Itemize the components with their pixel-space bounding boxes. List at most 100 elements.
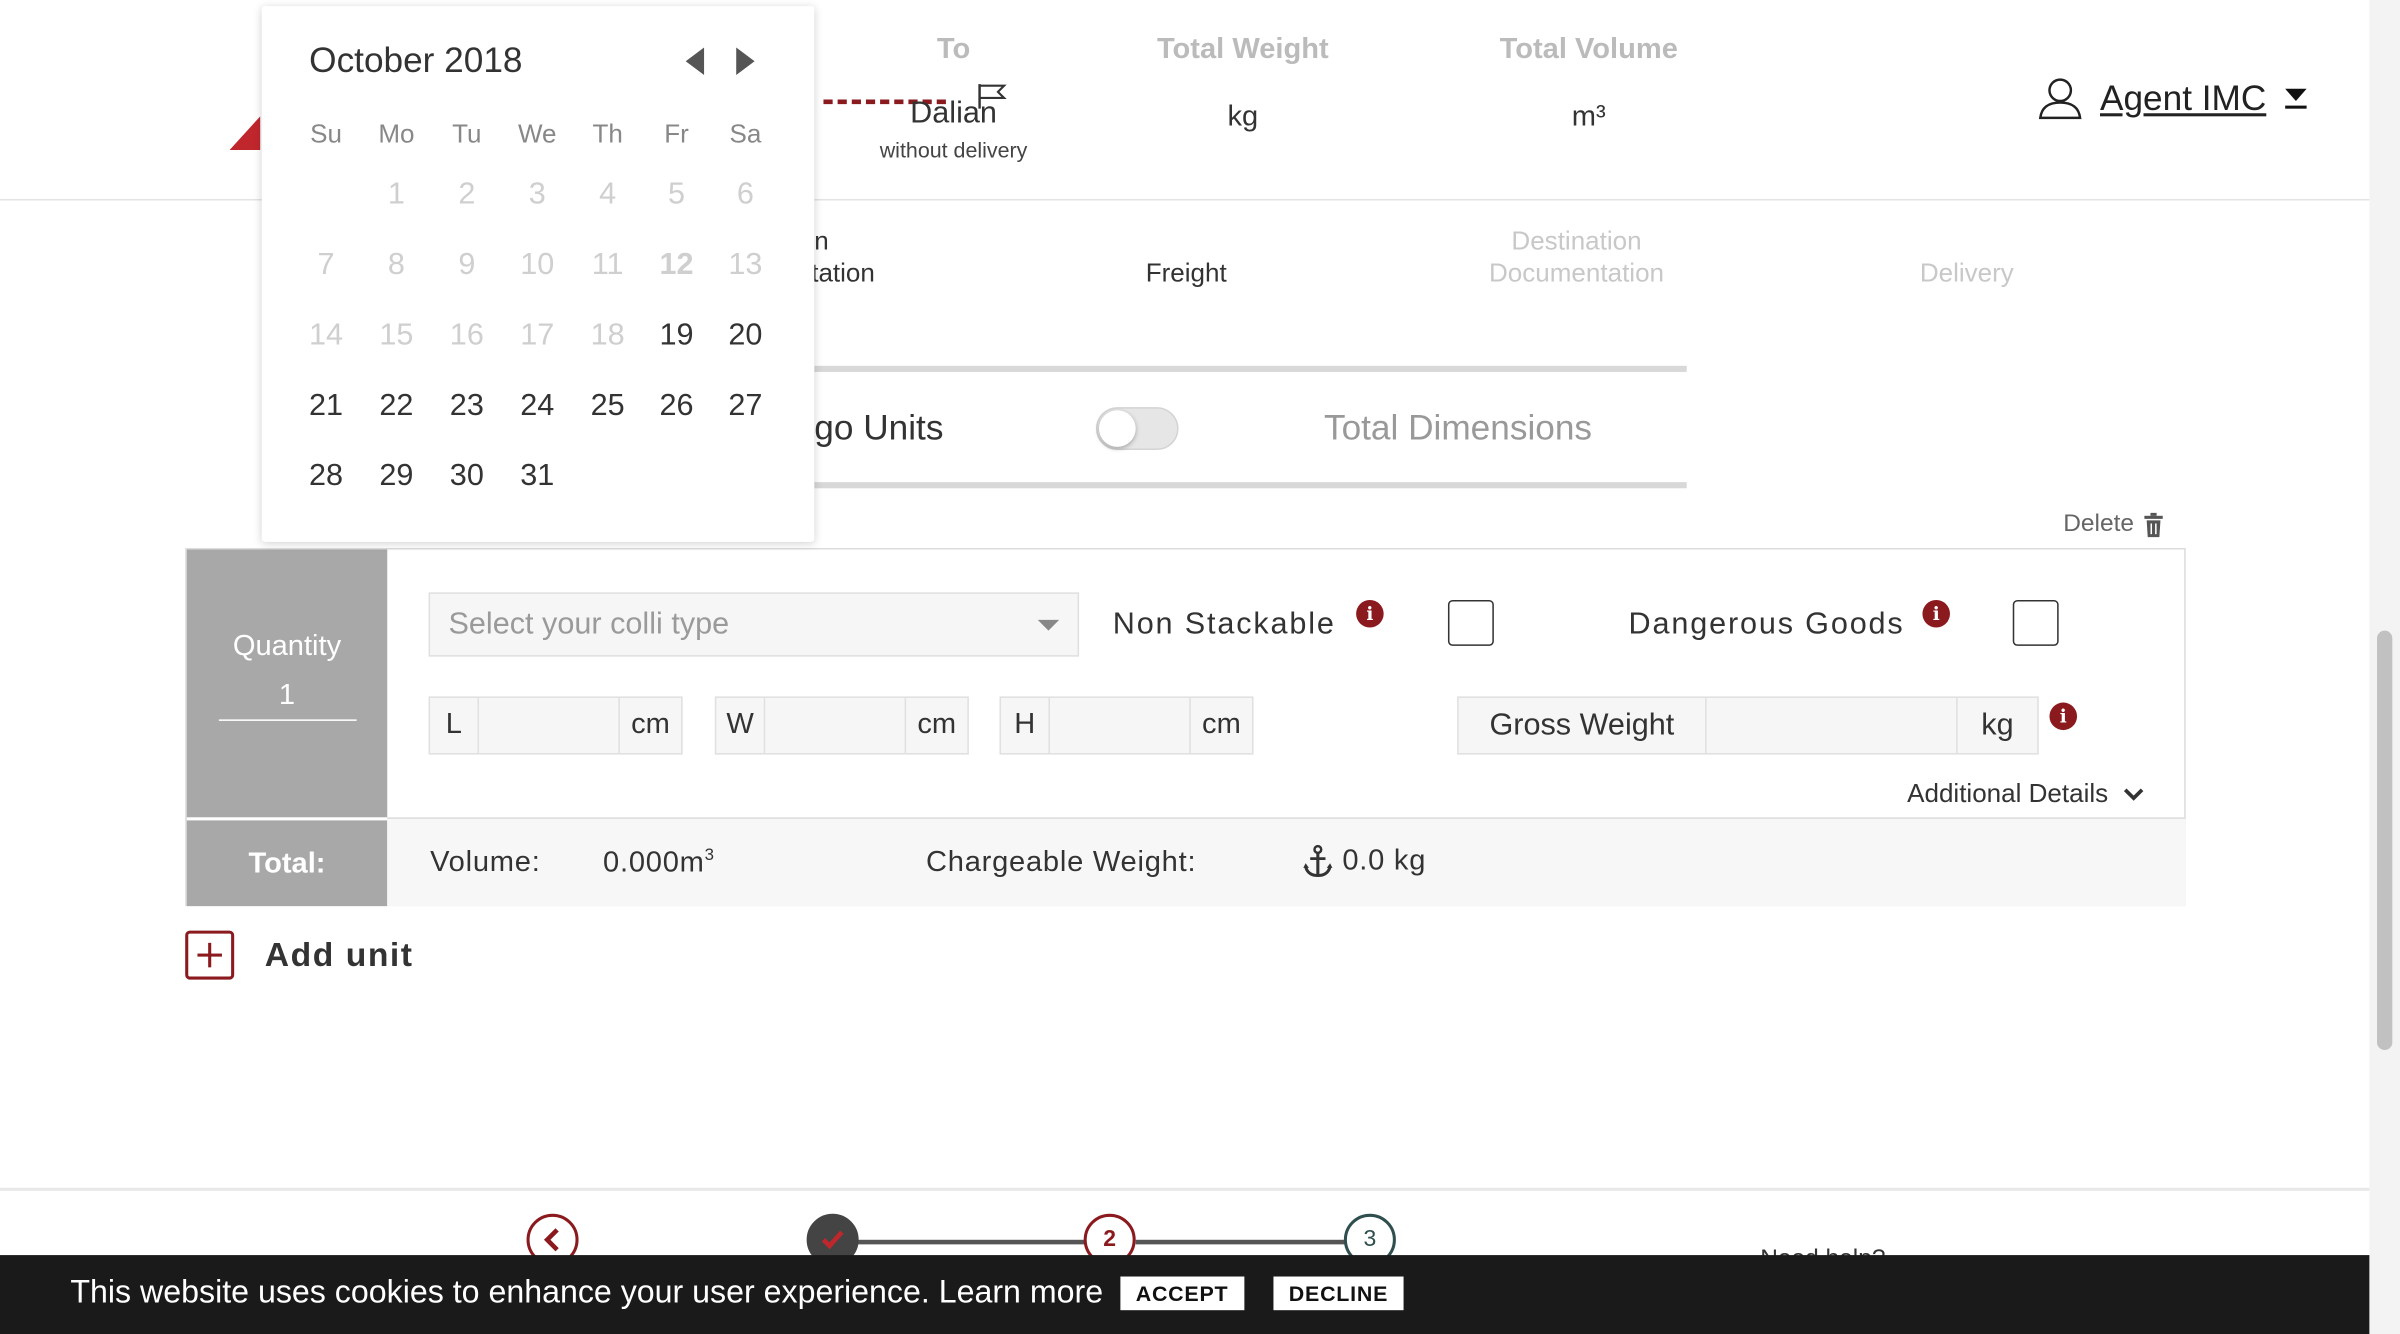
calendar-day: 6 bbox=[736, 177, 754, 212]
checkmark-icon bbox=[821, 1230, 844, 1250]
calendar-day[interactable]: 26 bbox=[641, 389, 711, 424]
calendar-day: 16 bbox=[449, 318, 484, 353]
calendar-day[interactable]: 29 bbox=[361, 459, 431, 494]
dangerous-goods-label: Dangerous Goods bbox=[1628, 607, 1905, 642]
destination-summary: To Dalian without delivery bbox=[862, 34, 1046, 163]
volume-number: 0.000m bbox=[603, 846, 705, 880]
non-stackable-checkbox[interactable] bbox=[1447, 599, 1494, 646]
calendar-day[interactable]: 28 bbox=[291, 459, 361, 494]
calendar-day[interactable]: 23 bbox=[432, 389, 502, 424]
cargo-units-option[interactable]: go Units bbox=[814, 407, 943, 448]
to-label: To bbox=[936, 33, 971, 66]
height-unit: cm bbox=[1202, 708, 1241, 741]
calendar-day[interactable]: 20 bbox=[710, 318, 780, 353]
chevron-down-icon bbox=[2124, 788, 2144, 801]
calendar-day: 3 bbox=[528, 177, 546, 212]
calendar-day[interactable]: 30 bbox=[432, 459, 502, 494]
width-label: W bbox=[716, 697, 766, 754]
quantity-panel: Quantity 1 bbox=[186, 549, 388, 818]
info-icon[interactable]: i bbox=[2049, 702, 2078, 731]
info-icon[interactable]: i bbox=[1356, 599, 1384, 628]
weekday-header: Mo bbox=[378, 119, 415, 149]
delivery-option: without delivery bbox=[879, 137, 1028, 163]
step-destination-documentation[interactable]: Destination Documentation bbox=[1439, 225, 1715, 289]
company-logo[interactable] bbox=[229, 116, 261, 150]
chevron-left-icon bbox=[543, 1228, 559, 1252]
dangerous-goods-checkbox[interactable] bbox=[2012, 599, 2059, 646]
width-input[interactable] bbox=[765, 697, 907, 754]
calendar-day: 13 bbox=[728, 247, 763, 282]
divider bbox=[814, 482, 1687, 489]
additional-details-toggle[interactable]: Additional Details bbox=[1907, 779, 2145, 810]
calendar-day: 17 bbox=[520, 318, 555, 353]
decline-cookies-button[interactable]: DECLINE bbox=[1273, 1276, 1404, 1311]
add-unit-label: Add unit bbox=[264, 935, 414, 974]
calendar-day: 2 bbox=[458, 177, 476, 212]
calendar-day[interactable]: 31 bbox=[502, 459, 572, 494]
calendar-day[interactable]: 21 bbox=[291, 389, 361, 424]
unit-totals-row: Volume: 0.000m3 Chargeable Weight: 0.0 k… bbox=[387, 817, 2186, 907]
calendar-day: 7 bbox=[317, 247, 335, 282]
delete-label: Delete bbox=[2063, 511, 2135, 538]
next-month-icon[interactable] bbox=[736, 47, 755, 75]
colli-type-placeholder: Select your colli type bbox=[448, 607, 730, 642]
colli-type-select[interactable]: Select your colli type bbox=[428, 592, 1080, 657]
step-origin-documentation[interactable]: n tation bbox=[811, 225, 875, 289]
calendar-day: 12 bbox=[659, 247, 694, 282]
calendar-day: 18 bbox=[590, 318, 625, 353]
step-freight[interactable]: Freight bbox=[1071, 257, 1301, 289]
calendar-day[interactable]: 22 bbox=[361, 389, 431, 424]
width-unit: cm bbox=[917, 708, 957, 741]
volume-value: 0.000m3 bbox=[603, 846, 715, 880]
length-label: L bbox=[430, 697, 480, 754]
caret-down-icon[interactable] bbox=[2284, 88, 2307, 108]
calendar-day: 9 bbox=[458, 247, 476, 282]
step-origin-line1: n bbox=[814, 226, 829, 256]
gross-weight-label: Gross Weight bbox=[1459, 697, 1707, 754]
user-name[interactable]: Agent IMC bbox=[2100, 77, 2266, 118]
non-stackable-label: Non Stackable bbox=[1112, 607, 1336, 642]
anchor-icon bbox=[1303, 844, 1333, 878]
calendar-day[interactable]: 25 bbox=[572, 389, 642, 424]
wizard-connector bbox=[1135, 1239, 1347, 1245]
chargeable-weight-number: 0.0 kg bbox=[1342, 844, 1427, 878]
add-unit-button[interactable]: Add unit bbox=[185, 930, 414, 980]
total-volume-summary: Total Volume m³ bbox=[1466, 34, 1711, 135]
weekday-header: Su bbox=[310, 119, 342, 149]
toggle-knob bbox=[1098, 410, 1136, 447]
total-dimensions-option[interactable]: Total Dimensions bbox=[1324, 407, 1592, 448]
calendar-month-title: October 2018 bbox=[309, 39, 523, 80]
total-label: Total: bbox=[186, 817, 388, 907]
additional-details-label: Additional Details bbox=[1907, 779, 2109, 809]
delete-unit-button[interactable]: Delete bbox=[2063, 511, 2164, 539]
info-icon[interactable]: i bbox=[1922, 599, 1950, 628]
gross-weight-unit: kg bbox=[1981, 708, 2014, 743]
dropdown-arrow-icon bbox=[1037, 619, 1060, 631]
length-input[interactable] bbox=[479, 697, 620, 754]
gross-weight-field: Gross Weight kg bbox=[1457, 696, 2039, 755]
step-destination-line2: Documentation bbox=[1489, 258, 1665, 288]
volume-label: Volume: bbox=[430, 846, 541, 879]
mode-toggle[interactable] bbox=[1095, 407, 1179, 450]
accept-cookies-button[interactable]: ACCEPT bbox=[1120, 1276, 1244, 1311]
date-picker-popup: October 2018 Su Mo Tu We Th Fr Sa 1 2 3 4 5 6 7 8 9 10 11… bbox=[261, 6, 815, 542]
previous-month-icon[interactable] bbox=[685, 47, 705, 75]
user-menu[interactable]: Agent IMC bbox=[2038, 77, 2307, 120]
height-input[interactable] bbox=[1049, 697, 1191, 754]
page: To Dalian without delivery Total Weight … bbox=[0, 0, 2400, 1334]
cookie-banner: This website uses cookies to enhance you… bbox=[0, 1255, 2370, 1334]
total-weight-summary: Total Weight kg bbox=[1120, 34, 1365, 135]
cargo-unit-card: Quantity 1 Total: Select your colli type… bbox=[185, 547, 2186, 907]
gross-weight-input[interactable] bbox=[1707, 697, 1958, 754]
scrollbar-thumb[interactable] bbox=[2377, 630, 2393, 1050]
calendar-day[interactable]: 24 bbox=[502, 389, 572, 424]
wizard-connector bbox=[857, 1239, 1087, 1245]
plus-icon bbox=[185, 930, 235, 980]
cookie-message: This website uses cookies to enhance you… bbox=[70, 1274, 1104, 1311]
calendar-day: 1 bbox=[387, 177, 405, 212]
calendar-day[interactable]: 27 bbox=[710, 389, 780, 424]
step-delivery[interactable]: Delivery bbox=[1867, 257, 2066, 289]
calendar-day[interactable]: 19 bbox=[641, 318, 711, 353]
calendar-day: 11 bbox=[591, 247, 624, 282]
quantity-input[interactable]: 1 bbox=[218, 680, 356, 721]
